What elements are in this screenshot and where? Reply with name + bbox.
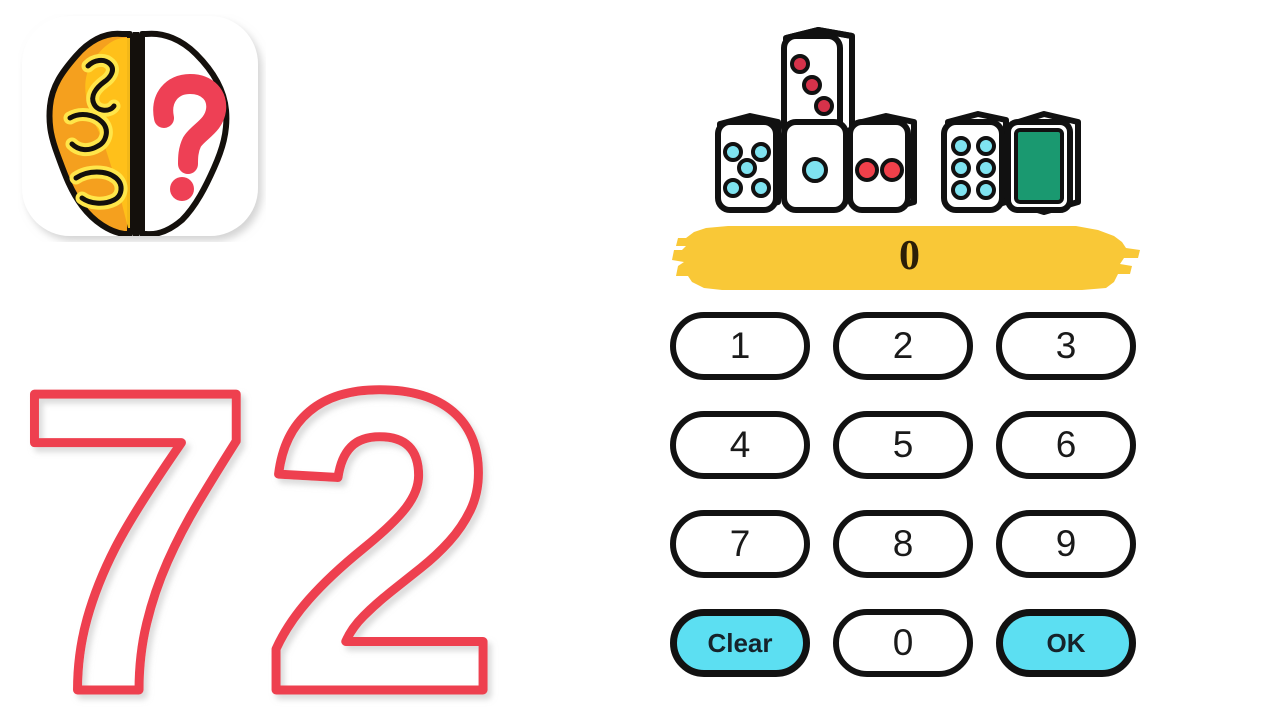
key-6[interactable]: 6 bbox=[996, 411, 1136, 479]
answer-value: 0 bbox=[899, 233, 921, 279]
number-keypad[interactable]: 1 2 3 4 5 6 7 8 9 Clear 0 OK bbox=[670, 312, 1160, 690]
key-7[interactable]: 7 bbox=[670, 510, 810, 578]
tile-face-down-green bbox=[1014, 128, 1064, 204]
level-number-text: 72 bbox=[16, 318, 506, 718]
key-1[interactable]: 1 bbox=[670, 312, 810, 380]
level-number-72: 72 bbox=[8, 318, 608, 718]
key-9[interactable]: 9 bbox=[996, 510, 1136, 578]
key-5[interactable]: 5 bbox=[833, 411, 973, 479]
brain-out-app-icon bbox=[18, 14, 266, 242]
clear-button[interactable]: Clear bbox=[670, 609, 810, 677]
key-0[interactable]: 0 bbox=[833, 609, 973, 677]
key-4[interactable]: 4 bbox=[670, 411, 810, 479]
key-8[interactable]: 8 bbox=[833, 510, 973, 578]
answer-display-bar: 0 bbox=[662, 216, 1158, 298]
key-3[interactable]: 3 bbox=[996, 312, 1136, 380]
ok-button[interactable]: OK bbox=[996, 609, 1136, 677]
mahjong-tiles-illustration bbox=[700, 22, 1120, 217]
game-screen: 72 0 1 2 3 4 5 6 7 8 9 Clear 0 OK bbox=[0, 0, 1280, 720]
key-2[interactable]: 2 bbox=[833, 312, 973, 380]
